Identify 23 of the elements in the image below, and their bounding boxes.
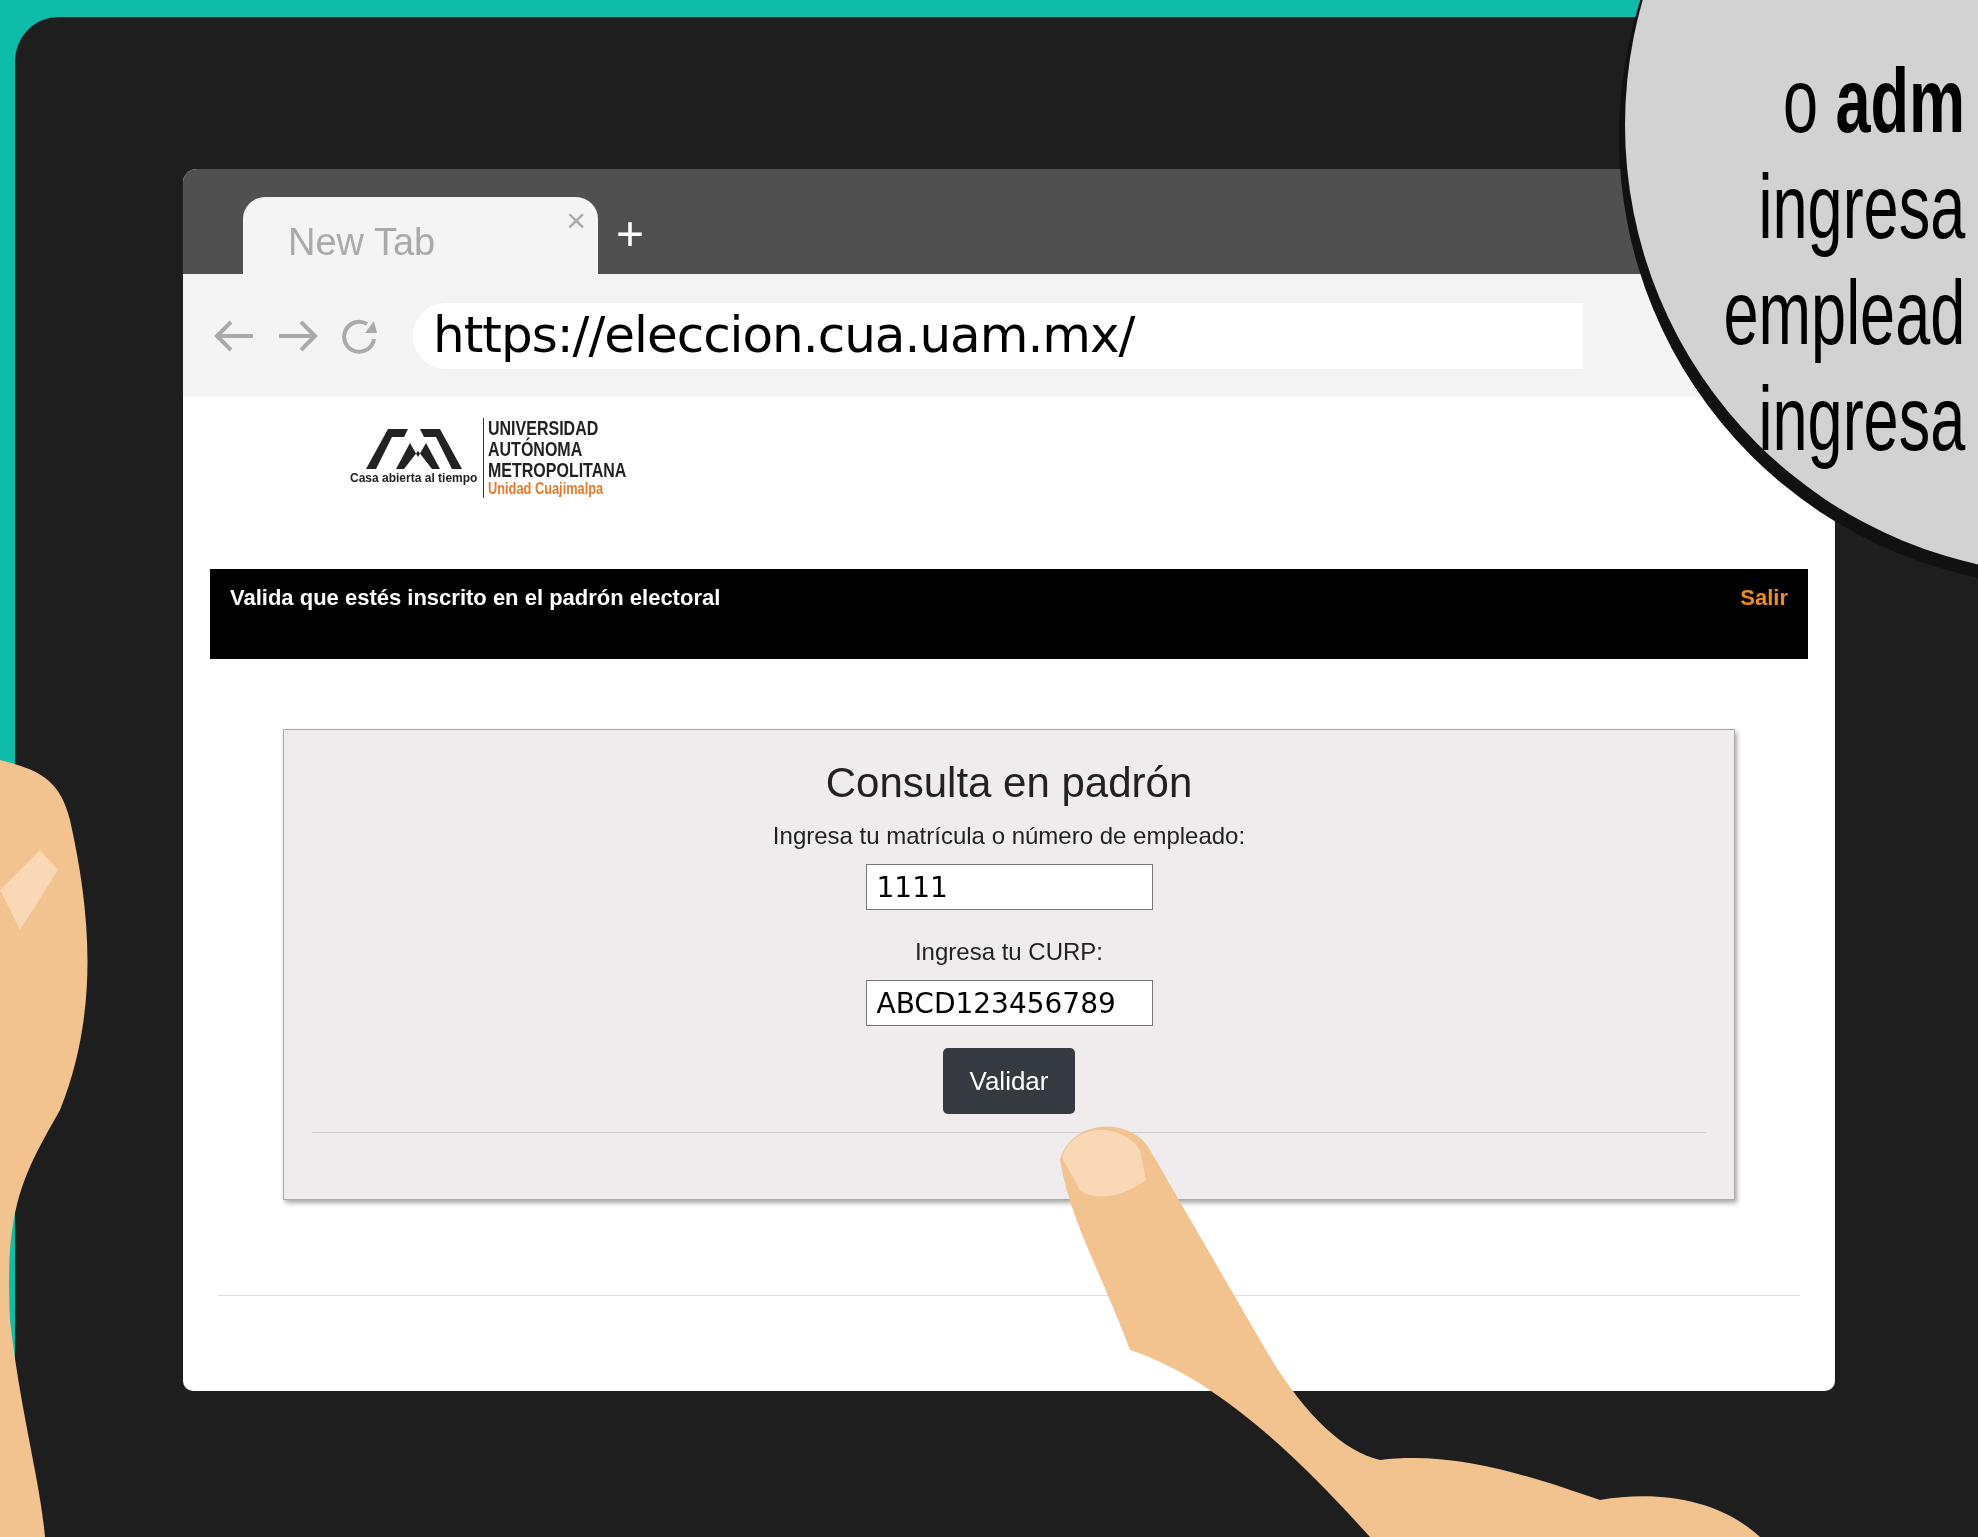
callout-text: o adm (1782, 50, 1965, 153)
logo-unit-name: Unidad Cuajimalpa (488, 481, 605, 498)
field-label: Ingresa tu matrícula o número de empleado: (772, 821, 1246, 852)
forward-arrow-icon[interactable] (277, 318, 319, 353)
tab-title: New Tab (288, 220, 436, 265)
address-bar[interactable]: https://eleccion.cua.uam.mx/ (413, 302, 1583, 369)
callout-text: ingresa (1758, 368, 1965, 471)
new-tab-button[interactable]: + (616, 210, 645, 258)
university-logo-icon (365, 429, 462, 469)
callout-text: emplead (1723, 262, 1965, 365)
logout-link[interactable]: Salir (1740, 581, 1788, 614)
logo-text-line: AUTÓNOMA (488, 439, 584, 461)
callout-text: ingresa (1758, 156, 1965, 259)
url-text: https://eleccion.cua.uam.mx/ (433, 305, 1135, 366)
back-arrow-icon[interactable] (213, 318, 255, 353)
form-title: Consulta en padrón (825, 758, 1193, 808)
logo-tagline: Casa abierta al tiempo (350, 470, 478, 487)
validate-button[interactable]: Validar (943, 1048, 1075, 1115)
input-field[interactable]: ABCD123456789 (865, 980, 1153, 1027)
header-title: Valida que estés inscrito en el padrón electoral (230, 584, 721, 612)
field-label: Ingresa tu CURP: (914, 937, 1104, 968)
input-field[interactable]: 1111 (865, 864, 1153, 911)
logo-text-line: METROPOLITANA (488, 460, 627, 482)
